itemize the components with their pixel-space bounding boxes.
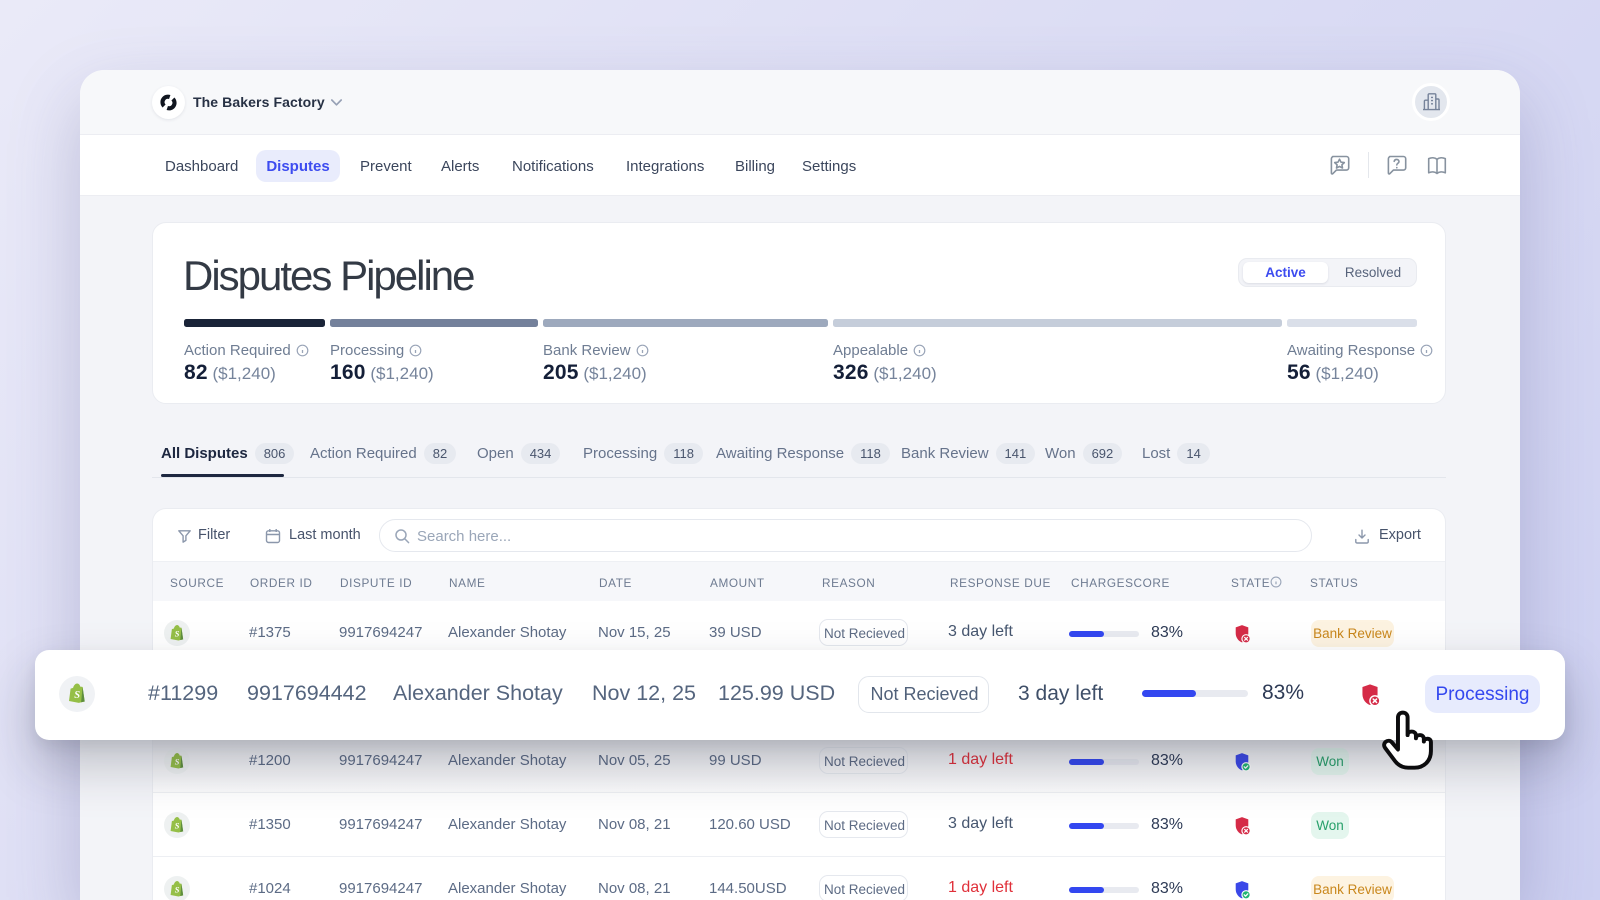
svg-text:S: S bbox=[175, 630, 180, 639]
svg-text:S: S bbox=[74, 690, 80, 701]
svg-text:S: S bbox=[175, 822, 180, 831]
svg-text:S: S bbox=[175, 758, 180, 767]
svg-text:S: S bbox=[175, 886, 180, 895]
